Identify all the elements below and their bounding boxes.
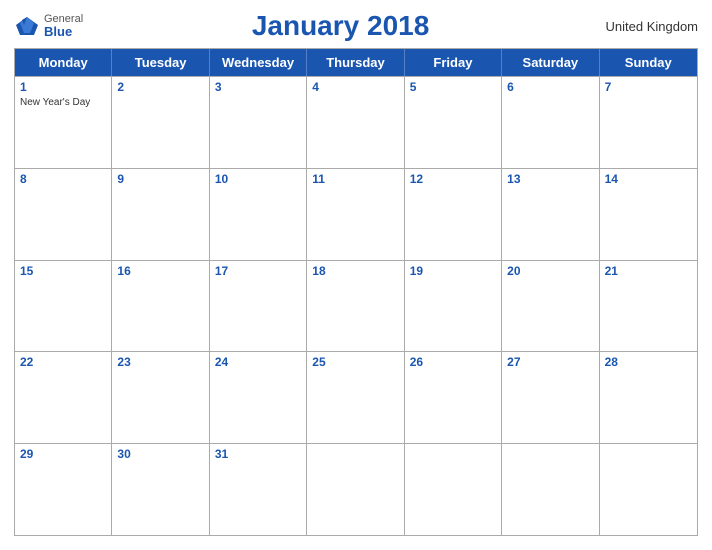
logo-bird-icon — [14, 15, 40, 37]
calendar-cell: 8 — [15, 169, 112, 260]
cell-date: 0 — [410, 447, 496, 463]
cell-date: 20 — [507, 264, 593, 280]
calendar-cell: 24 — [210, 352, 307, 443]
calendar-cell: 1New Year's Day — [15, 77, 112, 168]
cell-date: 19 — [410, 264, 496, 280]
cell-date: 6 — [507, 80, 593, 96]
cell-date: 14 — [605, 172, 692, 188]
calendar-week-4: 22 23 24 25 26 27 28 — [15, 351, 697, 443]
cell-date: 18 — [312, 264, 398, 280]
calendar-cell: 4 — [307, 77, 404, 168]
cell-date: 26 — [410, 355, 496, 371]
calendar-cell: 11 — [307, 169, 404, 260]
calendar-week-2: 89 10 11 12 13 14 — [15, 168, 697, 260]
calendar-cell: 20 — [502, 261, 599, 352]
cell-date: 3 — [215, 80, 301, 96]
cell-date: 21 — [605, 264, 692, 280]
calendar-week-5: 2930310000 — [15, 443, 697, 535]
cell-date: 24 — [215, 355, 301, 371]
cell-date: 22 — [20, 355, 106, 371]
logo-text: General Blue — [44, 14, 83, 38]
calendar-cell: 21 — [600, 261, 697, 352]
calendar-body: 1New Year's Day2345678910111213141516171… — [15, 76, 697, 535]
calendar-cell: 28 — [600, 352, 697, 443]
cell-date: 4 — [312, 80, 398, 96]
calendar-cell: 29 — [15, 444, 112, 535]
cell-date: 2 — [117, 80, 203, 96]
cell-date: 8 — [20, 172, 106, 188]
cell-date: 0 — [312, 447, 398, 463]
calendar-cell: 19 — [405, 261, 502, 352]
calendar-week-1: 1New Year's Day 234567 — [15, 76, 697, 168]
cell-date: 11 — [312, 172, 398, 188]
calendar-cell: 0 — [307, 444, 404, 535]
calendar-cell: 16 — [112, 261, 209, 352]
logo-blue: Blue — [44, 25, 83, 38]
cell-date: 7 — [605, 80, 692, 96]
calendar-cell: 6 — [502, 77, 599, 168]
cell-date: 0 — [507, 447, 593, 463]
calendar-cell: 25 — [307, 352, 404, 443]
day-header-thursday: Thursday — [307, 49, 404, 76]
top-bar: General Blue January 2018 United Kingdom — [14, 10, 698, 42]
cell-date: 25 — [312, 355, 398, 371]
calendar-cell: 18 — [307, 261, 404, 352]
calendar-cell: 10 — [210, 169, 307, 260]
calendar-cell: 5 — [405, 77, 502, 168]
calendar-cell: 31 — [210, 444, 307, 535]
calendar-cell: 30 — [112, 444, 209, 535]
calendar-cell: 14 — [600, 169, 697, 260]
cell-date: 16 — [117, 264, 203, 280]
cell-date: 29 — [20, 447, 106, 463]
cell-date: 17 — [215, 264, 301, 280]
calendar-cell: 13 — [502, 169, 599, 260]
calendar-cell: 9 — [112, 169, 209, 260]
calendar: MondayTuesdayWednesdayThursdayFridaySatu… — [14, 48, 698, 536]
cell-date: 9 — [117, 172, 203, 188]
calendar-cell: 23 — [112, 352, 209, 443]
day-header-friday: Friday — [405, 49, 502, 76]
cell-date: 15 — [20, 264, 106, 280]
cell-date: 1 — [20, 80, 106, 96]
calendar-title: January 2018 — [83, 10, 598, 42]
calendar-cell: 3 — [210, 77, 307, 168]
calendar-cell: 7 — [600, 77, 697, 168]
cell-date: 28 — [605, 355, 692, 371]
calendar-week-3: 15 16 17 18 19 20 21 — [15, 260, 697, 352]
day-header-monday: Monday — [15, 49, 112, 76]
cell-date: 10 — [215, 172, 301, 188]
calendar-cell: 26 — [405, 352, 502, 443]
cell-date: 23 — [117, 355, 203, 371]
calendar-cell: 17 — [210, 261, 307, 352]
calendar-cell: 0 — [405, 444, 502, 535]
cell-date: 0 — [605, 447, 692, 463]
day-header-wednesday: Wednesday — [210, 49, 307, 76]
cell-date: 12 — [410, 172, 496, 188]
day-header-tuesday: Tuesday — [112, 49, 209, 76]
calendar-cell: 15 — [15, 261, 112, 352]
cell-date: 31 — [215, 447, 301, 463]
calendar-cell: 12 — [405, 169, 502, 260]
country-label: United Kingdom — [598, 19, 698, 34]
cell-holiday: New Year's Day — [20, 97, 106, 108]
calendar-cell: 22 — [15, 352, 112, 443]
cell-date: 30 — [117, 447, 203, 463]
cell-date: 5 — [410, 80, 496, 96]
calendar-cell: 27 — [502, 352, 599, 443]
calendar-cell: 0 — [502, 444, 599, 535]
day-header-sunday: Sunday — [600, 49, 697, 76]
calendar-cell: 2 — [112, 77, 209, 168]
cell-date: 27 — [507, 355, 593, 371]
calendar-header: MondayTuesdayWednesdayThursdayFridaySatu… — [15, 49, 697, 76]
cell-date: 13 — [507, 172, 593, 188]
day-header-saturday: Saturday — [502, 49, 599, 76]
calendar-cell: 0 — [600, 444, 697, 535]
logo: General Blue — [14, 14, 83, 38]
